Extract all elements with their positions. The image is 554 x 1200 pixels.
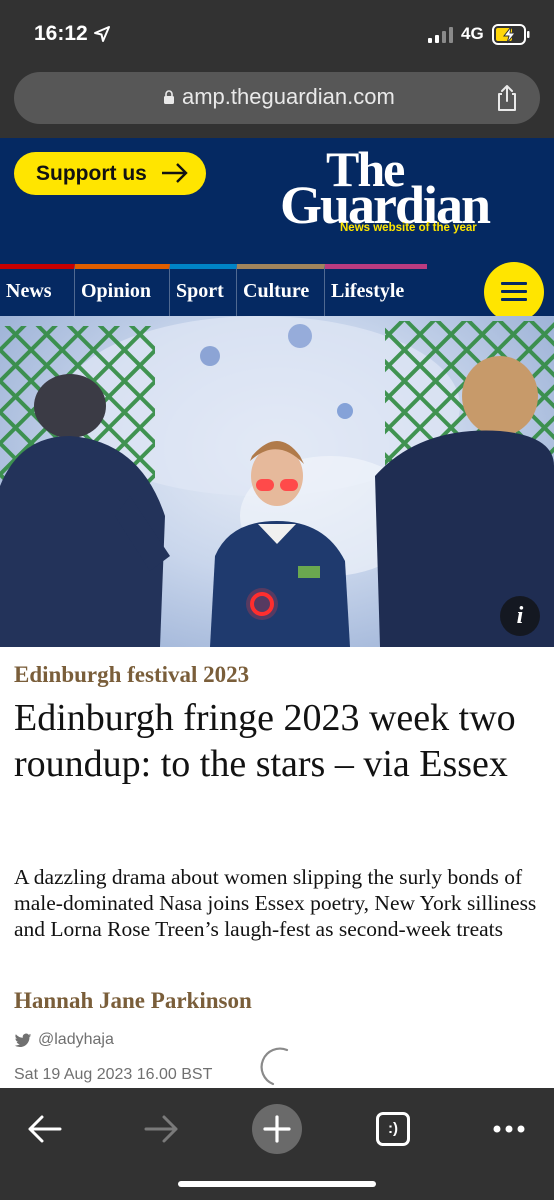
menu-bar (501, 282, 527, 285)
battery-charging-icon (492, 24, 530, 45)
article-headline: Edinburgh fringe 2023 week two roundup: … (14, 697, 516, 785)
nav-label: Lifestyle (331, 280, 405, 302)
twitter-icon (14, 1033, 32, 1048)
share-icon[interactable] (494, 84, 520, 112)
section-nav: News Opinion Sport Culture Lifestyle (0, 262, 554, 322)
nav-label: Opinion (81, 280, 152, 302)
nav-item-opinion[interactable]: Opinion (75, 264, 170, 316)
status-time: 16:12 (34, 22, 88, 45)
url-text[interactable]: amp.theguardian.com (182, 84, 395, 110)
twitter-handle-link[interactable]: @ladyhaja (38, 1031, 114, 1049)
article-main-image: i (0, 316, 554, 647)
loading-spinner-icon (260, 1047, 289, 1086)
menu-bar (501, 290, 527, 293)
support-us-button[interactable]: Support us (14, 152, 206, 195)
address-bar[interactable]: amp.theguardian.com (14, 72, 540, 124)
logo-tagline: News website of the year (340, 222, 477, 234)
menu-button[interactable] (484, 262, 544, 322)
browser-address-area: amp.theguardian.com (0, 64, 554, 138)
signal-bars-icon (428, 27, 453, 43)
forward-arrow-icon[interactable] (134, 1102, 188, 1156)
article-date: Sat 19 Aug 2023 16.00 BST (14, 1066, 213, 1083)
nav-item-sport[interactable]: Sport (170, 264, 237, 316)
tabs-count: :) (376, 1112, 410, 1146)
new-tab-plus-icon[interactable] (250, 1102, 304, 1156)
nav-label: Culture (243, 280, 310, 302)
lock-icon (164, 90, 174, 104)
nav-item-culture[interactable]: Culture (237, 264, 325, 316)
site-header: Support us The Guardian News website of … (0, 138, 554, 264)
guardian-logo[interactable]: The Guardian News website of the year (280, 141, 532, 242)
menu-bar (501, 298, 527, 301)
stage-photo-illustration (0, 316, 554, 647)
home-indicator[interactable] (178, 1181, 376, 1187)
article-standfirst: A dazzling drama about women slipping th… (14, 865, 537, 941)
more-dots-icon[interactable] (482, 1102, 536, 1156)
nav-item-lifestyle[interactable]: Lifestyle (325, 264, 427, 316)
image-caption-info-button[interactable]: i (500, 596, 540, 636)
network-type: 4G (461, 24, 484, 43)
location-arrow-icon (94, 26, 110, 42)
arrow-right-icon (162, 163, 188, 183)
browser-toolbar: :) (0, 1088, 554, 1200)
support-us-label: Support us (36, 162, 147, 185)
nav-item-news[interactable]: News (0, 264, 75, 316)
nav-label: Sport (176, 280, 224, 302)
status-bar: 16:12 4G (0, 0, 554, 64)
article-byline[interactable]: Hannah Jane Parkinson (14, 988, 252, 1014)
tabs-icon[interactable]: :) (366, 1102, 420, 1156)
article-kicker[interactable]: Edinburgh festival 2023 (14, 662, 249, 688)
nav-label: News (6, 280, 52, 302)
back-arrow-icon[interactable] (18, 1102, 72, 1156)
